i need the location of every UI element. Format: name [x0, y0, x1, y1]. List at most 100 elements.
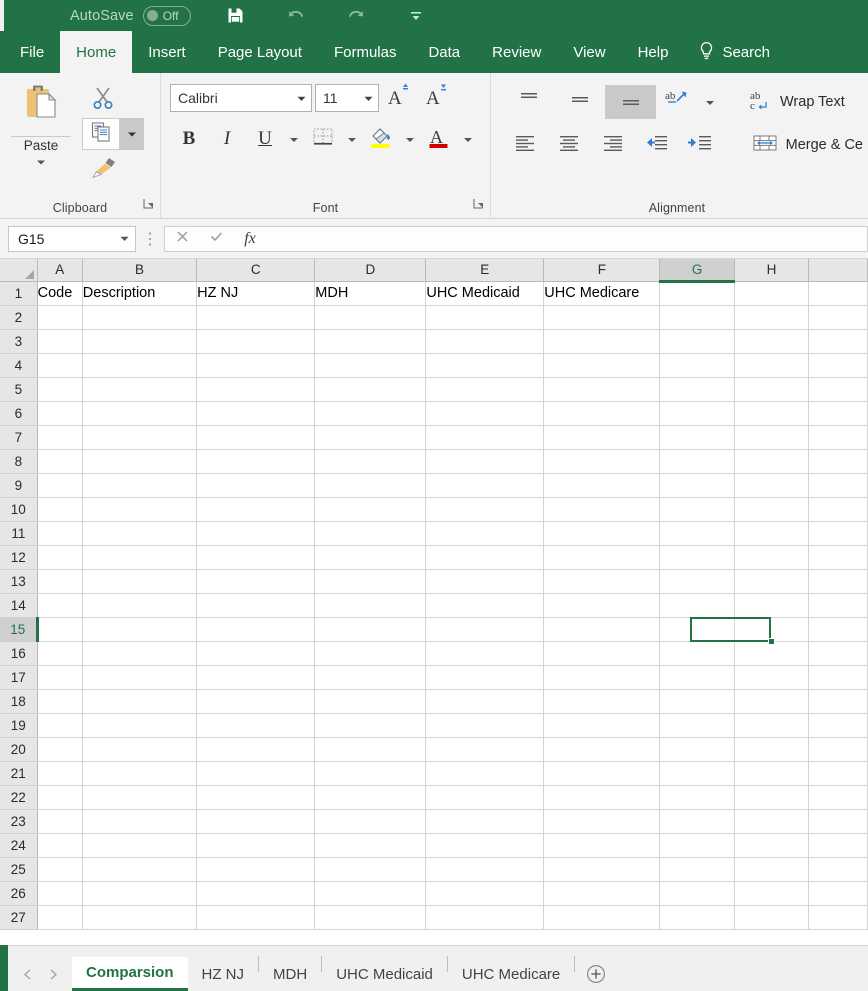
- cell-C11[interactable]: [197, 521, 315, 545]
- cell-F17[interactable]: [544, 665, 660, 689]
- cell-E4[interactable]: [426, 353, 544, 377]
- cell-E1[interactable]: UHC Medicaid: [426, 281, 544, 305]
- cell-G9[interactable]: [660, 473, 734, 497]
- cell-C15[interactable]: [197, 617, 315, 641]
- cell-D9[interactable]: [315, 473, 426, 497]
- cell-E15[interactable]: [426, 617, 544, 641]
- cell-G18[interactable]: [660, 689, 734, 713]
- cell-G10[interactable]: [660, 497, 734, 521]
- cell-A11[interactable]: [37, 521, 82, 545]
- row-header-2[interactable]: 2: [0, 305, 37, 329]
- cell-H6[interactable]: [734, 401, 808, 425]
- cell-D23[interactable]: [315, 809, 426, 833]
- cell-H3[interactable]: [734, 329, 808, 353]
- row-header-3[interactable]: 3: [0, 329, 37, 353]
- orientation-dropdown-arrow-icon[interactable]: [700, 85, 720, 119]
- cell-F9[interactable]: [544, 473, 660, 497]
- cell-G12[interactable]: [660, 545, 734, 569]
- cell-D21[interactable]: [315, 761, 426, 785]
- cell-H4[interactable]: [734, 353, 808, 377]
- cell-F27[interactable]: [544, 905, 660, 929]
- cell-E9[interactable]: [426, 473, 544, 497]
- cell-C18[interactable]: [197, 689, 315, 713]
- cell-overflow[interactable]: [809, 329, 868, 353]
- cell-E12[interactable]: [426, 545, 544, 569]
- cell-F16[interactable]: [544, 641, 660, 665]
- orientation-button[interactable]: ab: [656, 85, 700, 119]
- undo-icon[interactable]: [277, 0, 315, 31]
- cell-G5[interactable]: [660, 377, 734, 401]
- cell-overflow[interactable]: [809, 881, 868, 905]
- cell-E14[interactable]: [426, 593, 544, 617]
- cell-H12[interactable]: [734, 545, 808, 569]
- cell-A5[interactable]: [37, 377, 82, 401]
- cell-F14[interactable]: [544, 593, 660, 617]
- cell-H27[interactable]: [734, 905, 808, 929]
- cell-B5[interactable]: [82, 377, 196, 401]
- cell-A25[interactable]: [37, 857, 82, 881]
- column-header-f[interactable]: F: [544, 259, 660, 281]
- increase-indent-button[interactable]: [679, 128, 723, 162]
- cell-F5[interactable]: [544, 377, 660, 401]
- align-center-button[interactable]: [547, 128, 591, 162]
- cell-A17[interactable]: [37, 665, 82, 689]
- cell-B9[interactable]: [82, 473, 196, 497]
- cell-overflow[interactable]: [809, 473, 868, 497]
- cell-A3[interactable]: [37, 329, 82, 353]
- cell-F1[interactable]: UHC Medicare: [544, 281, 660, 305]
- cell-A19[interactable]: [37, 713, 82, 737]
- cell-E26[interactable]: [426, 881, 544, 905]
- font-dialog-launcher-icon[interactable]: [473, 196, 484, 214]
- cell-B20[interactable]: [82, 737, 196, 761]
- cell-A4[interactable]: [37, 353, 82, 377]
- cell-overflow[interactable]: [809, 401, 868, 425]
- cell-H20[interactable]: [734, 737, 808, 761]
- row-header-16[interactable]: 16: [0, 641, 37, 665]
- cell-C19[interactable]: [197, 713, 315, 737]
- cell-overflow[interactable]: [809, 377, 868, 401]
- bold-button[interactable]: B: [170, 122, 208, 156]
- cell-C1[interactable]: HZ NJ: [197, 281, 315, 305]
- cell-B24[interactable]: [82, 833, 196, 857]
- cell-G3[interactable]: [660, 329, 734, 353]
- row-header-26[interactable]: 26: [0, 881, 37, 905]
- align-right-button[interactable]: [591, 128, 635, 162]
- borders-dropdown-arrow-icon[interactable]: [342, 122, 362, 156]
- cell-A27[interactable]: [37, 905, 82, 929]
- cell-G24[interactable]: [660, 833, 734, 857]
- cell-A24[interactable]: [37, 833, 82, 857]
- cell-overflow[interactable]: [809, 665, 868, 689]
- cell-C22[interactable]: [197, 785, 315, 809]
- cell-A13[interactable]: [37, 569, 82, 593]
- fill-color-dropdown-arrow-icon[interactable]: [400, 122, 420, 156]
- cell-E3[interactable]: [426, 329, 544, 353]
- cell-F20[interactable]: [544, 737, 660, 761]
- cell-overflow[interactable]: [809, 305, 868, 329]
- cell-F8[interactable]: [544, 449, 660, 473]
- cell-F2[interactable]: [544, 305, 660, 329]
- cell-G7[interactable]: [660, 425, 734, 449]
- cell-B7[interactable]: [82, 425, 196, 449]
- cell-D22[interactable]: [315, 785, 426, 809]
- cell-C26[interactable]: [197, 881, 315, 905]
- cell-H14[interactable]: [734, 593, 808, 617]
- tab-review[interactable]: Review: [476, 31, 557, 73]
- cell-G21[interactable]: [660, 761, 734, 785]
- cell-overflow[interactable]: [809, 353, 868, 377]
- cell-C24[interactable]: [197, 833, 315, 857]
- cell-H25[interactable]: [734, 857, 808, 881]
- sheet-tab-comparsion[interactable]: Comparsion: [72, 957, 188, 991]
- cell-F15[interactable]: [544, 617, 660, 641]
- select-all-button[interactable]: [0, 259, 37, 281]
- cell-overflow[interactable]: [809, 713, 868, 737]
- cell-B6[interactable]: [82, 401, 196, 425]
- cell-overflow[interactable]: [809, 689, 868, 713]
- cell-D27[interactable]: [315, 905, 426, 929]
- cell-C14[interactable]: [197, 593, 315, 617]
- cell-D14[interactable]: [315, 593, 426, 617]
- cell-C21[interactable]: [197, 761, 315, 785]
- cell-D5[interactable]: [315, 377, 426, 401]
- cell-overflow[interactable]: [809, 617, 868, 641]
- italic-button[interactable]: I: [208, 122, 246, 156]
- cell-H21[interactable]: [734, 761, 808, 785]
